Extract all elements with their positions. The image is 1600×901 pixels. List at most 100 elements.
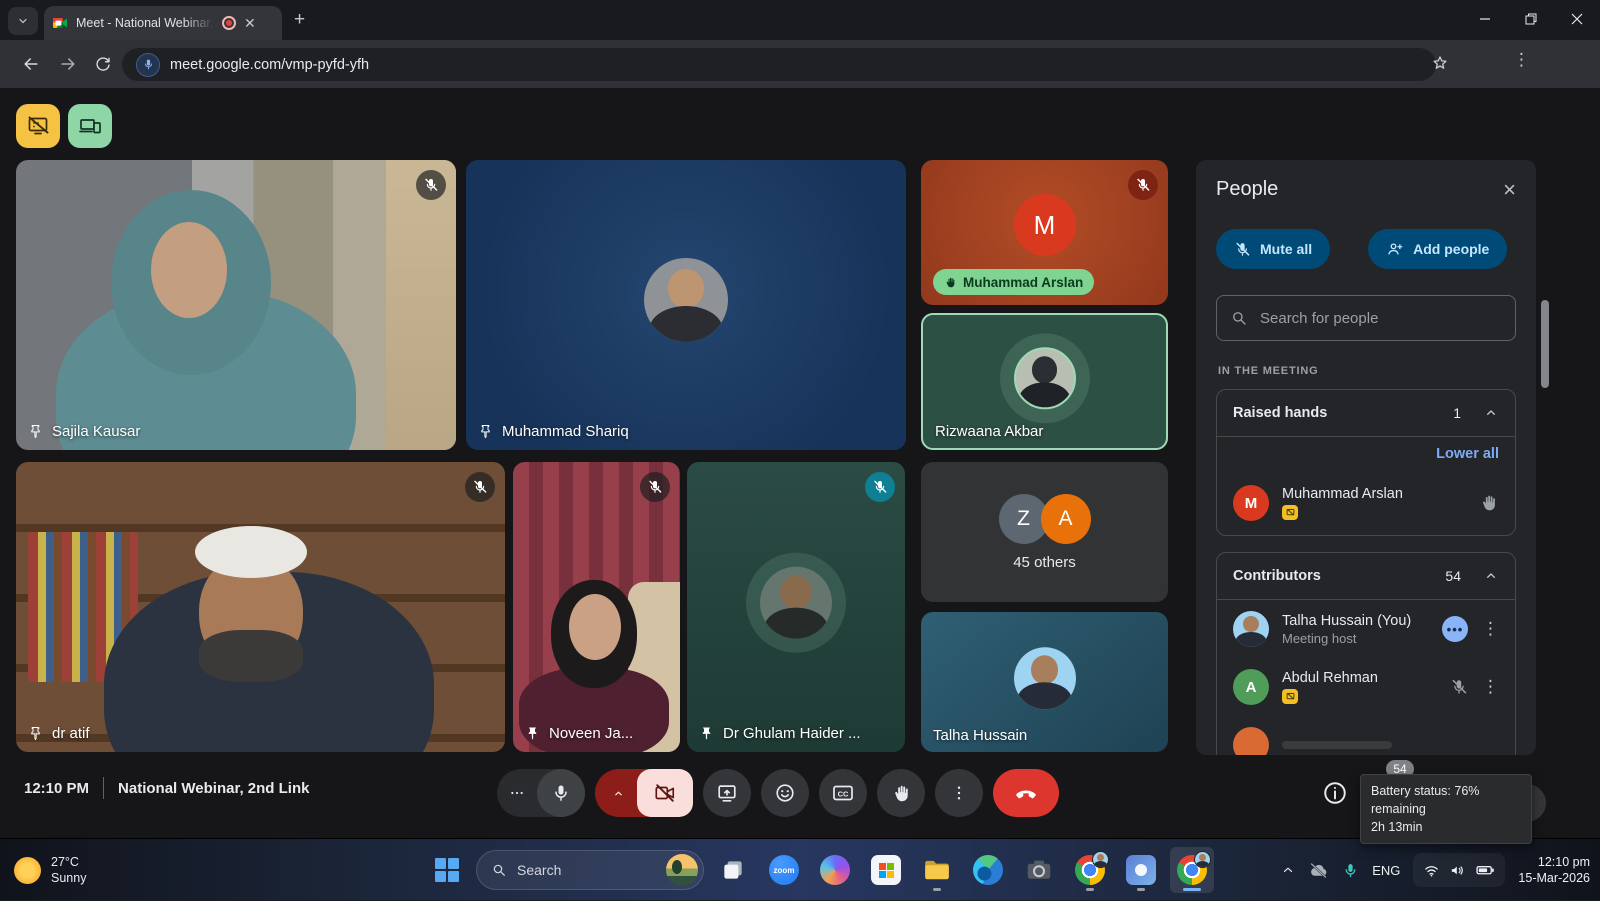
taskbar-app-chrome-active[interactable] (1170, 847, 1214, 893)
camera-options-button[interactable] (595, 769, 641, 817)
meeting-details-button[interactable] (1322, 780, 1348, 806)
site-microphone-indicator-icon[interactable] (136, 53, 160, 77)
end-call-icon (1014, 781, 1038, 805)
taskbar-app-copilot[interactable] (813, 847, 857, 893)
onedrive-paused-icon[interactable] (1308, 860, 1329, 881)
tray-status-group[interactable] (1413, 853, 1505, 887)
sunny-weather-icon (14, 857, 41, 884)
participant-name: Dr Ghulam Haider ... (723, 725, 861, 742)
add-people-button[interactable]: Add people (1368, 229, 1507, 269)
people-panel-close-button[interactable]: × (1503, 179, 1516, 201)
panel-scrollbar-thumb[interactable] (1541, 300, 1549, 388)
microphone-icon (142, 58, 155, 71)
browser-menu-button[interactable]: ⋮ (1513, 50, 1530, 70)
raised-hand-row-muhammad-arslan[interactable]: M Muhammad Arslan (1217, 471, 1515, 535)
taskbar-app-zoom[interactable]: zoom (762, 847, 806, 893)
forward-button[interactable] (55, 51, 81, 77)
tab-close-button[interactable]: ✕ (244, 16, 256, 30)
raised-hands-count: 1 (1453, 405, 1461, 421)
video-tile-rizwaana-akbar[interactable]: Rizwaana Akbar (921, 313, 1168, 450)
mic-options-button[interactable] (497, 785, 537, 801)
participant-name-label: Muhammad Shariq (478, 423, 629, 440)
presentation-off-badge[interactable] (16, 104, 60, 148)
tray-chevron-up-icon[interactable] (1281, 863, 1295, 877)
mic-off-icon (472, 479, 488, 495)
microsoft-store-icon (871, 855, 901, 885)
language-indicator[interactable]: ENG (1372, 863, 1400, 878)
tab-search-button[interactable] (8, 7, 38, 35)
video-tile-muhammad-arslan[interactable]: M Muhammad Arslan (921, 160, 1168, 305)
back-button[interactable] (18, 51, 44, 77)
taskbar-app-photos[interactable] (1119, 847, 1163, 893)
taskbar-app-camera[interactable] (1017, 847, 1061, 893)
video-tile-dr-atif[interactable]: dr atif (16, 462, 505, 752)
avatar (1233, 727, 1269, 755)
video-tile-muhammad-shariq[interactable]: Muhammad Shariq (466, 160, 906, 450)
avatar (1014, 647, 1076, 709)
row-menu-button[interactable]: ⋮ (1482, 677, 1499, 697)
video-frame (16, 160, 456, 450)
browser-tab[interactable]: Meet - National Webinar, 2 ✕ (44, 6, 282, 40)
more-actions-button[interactable]: ••• (1442, 616, 1468, 642)
raise-hand-button[interactable] (877, 769, 925, 817)
video-tile-talha-hussain[interactable]: Talha Hussain (921, 612, 1168, 752)
taskbar-app-edge[interactable] (966, 847, 1010, 893)
contributor-row-partial[interactable] (1217, 716, 1515, 755)
bookmark-button[interactable] (1430, 53, 1450, 73)
more-options-button[interactable] (935, 769, 983, 817)
contributors-header[interactable]: Contributors 54 (1217, 553, 1515, 600)
kebab-menu-icon (950, 784, 968, 802)
contributor-row-talha-hussain[interactable]: Talha Hussain (You) Meeting host ••• ⋮ (1217, 600, 1515, 658)
taskbar-clock[interactable]: 12:10 pm 15-Mar-2026 (1518, 854, 1590, 886)
reload-icon (94, 55, 112, 73)
taskbar-weather-widget[interactable]: 27°C Sunny (14, 839, 86, 901)
cc-label: CC (838, 789, 849, 798)
video-tile-sajila-kausar[interactable]: Sajila Kausar (16, 160, 456, 450)
window-minimize-button[interactable] (1462, 0, 1508, 38)
present-screen-button[interactable] (703, 769, 751, 817)
new-tab-button[interactable]: + (294, 9, 305, 31)
mic-control[interactable] (497, 769, 585, 817)
row-menu-button[interactable]: ⋮ (1482, 619, 1499, 639)
camera-control[interactable] (595, 769, 693, 817)
chevron-up-icon[interactable] (1483, 405, 1499, 421)
weather-temperature: 27°C (51, 854, 86, 870)
participant-name-label: Noveen Ja... (525, 725, 633, 742)
captions-button[interactable]: CC (819, 769, 867, 817)
speaker-icon (1449, 862, 1466, 879)
reactions-button[interactable] (761, 769, 809, 817)
task-view-button[interactable] (711, 847, 755, 893)
window-close-button[interactable] (1554, 0, 1600, 38)
lower-all-button[interactable]: Lower all (1217, 437, 1515, 471)
overflow-tile-45-others[interactable]: Z A 45 others (921, 462, 1168, 602)
address-bar[interactable]: meet.google.com/vmp-pyfd-yfh (122, 48, 1436, 81)
url-text: meet.google.com/vmp-pyfd-yfh (170, 57, 369, 73)
chevron-up-icon[interactable] (1483, 568, 1499, 584)
people-search-box[interactable] (1216, 295, 1516, 341)
window-restore-button[interactable] (1508, 0, 1554, 38)
end-call-button[interactable] (993, 769, 1059, 817)
microphone-in-use-icon[interactable] (1342, 862, 1359, 879)
mic-toggle-button[interactable] (537, 769, 585, 817)
avatar (1014, 347, 1076, 409)
reload-button[interactable] (90, 51, 116, 77)
contributors-title: Contributors (1233, 568, 1445, 584)
taskbar-app-file-explorer[interactable] (915, 847, 959, 893)
raised-hands-title: Raised hands (1233, 405, 1453, 421)
camera-off-icon (654, 782, 676, 804)
start-button[interactable] (425, 847, 469, 893)
contributor-row-abdul-rehman[interactable]: A Abdul Rehman ⋮ (1217, 658, 1515, 716)
tab-title: Meet - National Webinar, 2 (76, 16, 214, 30)
raised-hands-header[interactable]: Raised hands 1 (1217, 390, 1515, 437)
devices-badge[interactable] (68, 104, 112, 148)
taskbar-app-chrome[interactable] (1068, 847, 1112, 893)
mute-all-button[interactable]: Mute all (1216, 229, 1330, 269)
taskbar-search[interactable]: Search (476, 850, 704, 890)
camera-toggle-button[interactable] (637, 769, 693, 817)
pin-outline-icon (478, 424, 493, 439)
video-tile-noveen[interactable]: Noveen Ja... (513, 462, 680, 752)
people-search-input[interactable] (1260, 310, 1502, 327)
video-tile-dr-ghulam-haider[interactable]: Dr Ghulam Haider ... (687, 462, 905, 752)
taskbar-app-store[interactable] (864, 847, 908, 893)
battery-status-tooltip: Battery status: 76% remaining 2h 13min (1360, 774, 1532, 844)
